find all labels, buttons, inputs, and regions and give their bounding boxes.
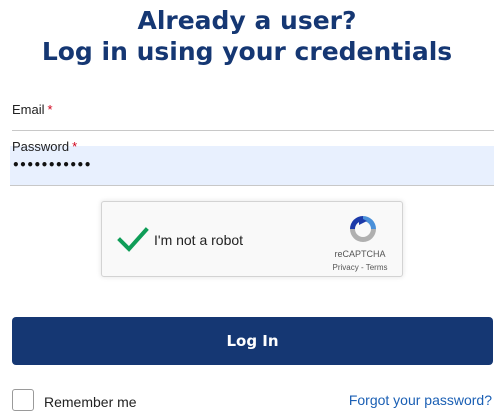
heading-line-2: Log in using your credentials: [41, 37, 453, 66]
required-marker: *: [47, 102, 53, 117]
password-masked-value: •••••••••••: [12, 158, 91, 172]
password-label: Password *: [12, 139, 77, 154]
remember-me-checkbox[interactable]: [12, 389, 34, 411]
password-label-text: Password: [12, 139, 70, 154]
email-field[interactable]: [12, 118, 494, 131]
captcha-label: I'm not a robot: [154, 232, 244, 248]
checkmark-icon[interactable]: [116, 222, 150, 256]
email-label-text: Email: [12, 102, 45, 117]
email-label: Email *: [12, 102, 53, 117]
login-button[interactable]: Log In: [12, 317, 493, 365]
links-separator: -: [358, 263, 366, 272]
captcha-links: Privacy - Terms: [320, 263, 400, 272]
recaptcha-logo-icon: [350, 216, 376, 242]
privacy-link[interactable]: Privacy: [333, 263, 359, 272]
required-marker: *: [72, 139, 78, 154]
forgot-password-link[interactable]: Forgot your password?: [349, 392, 492, 408]
recaptcha-widget: I'm not a robot reCAPTCHA Privacy - Term…: [101, 201, 403, 277]
remember-me-label[interactable]: Remember me: [44, 394, 137, 410]
terms-link[interactable]: Terms: [366, 263, 388, 272]
heading-line-1: Already a user?: [137, 6, 357, 35]
recaptcha-brand: reCAPTCHA: [334, 249, 386, 259]
login-heading: Already a user? Log in using your creden…: [0, 5, 494, 67]
